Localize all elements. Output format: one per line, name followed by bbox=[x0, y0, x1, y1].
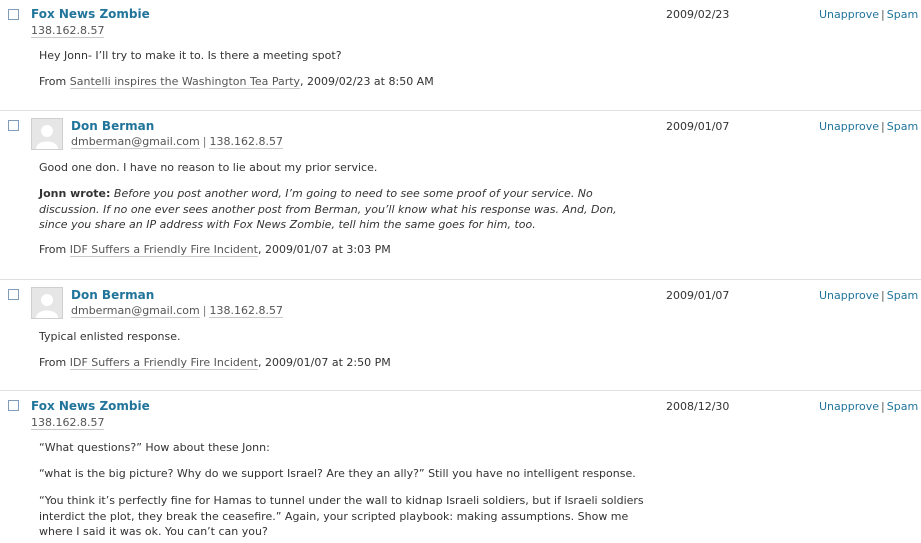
post-link[interactable]: Santelli inspires the Washington Tea Par… bbox=[69, 75, 301, 89]
email-link[interactable]: dmberman@gmail.com bbox=[71, 304, 200, 318]
comment-row: Fox News Zombie 138.162.8.57 2009/02/23 … bbox=[0, 0, 921, 111]
comment-meta: dmberman@gmail.com | 138.162.8.57 bbox=[71, 304, 283, 318]
unapprove-link[interactable]: Unapprove bbox=[819, 8, 879, 21]
spam-link[interactable]: Spam bbox=[887, 289, 918, 302]
comment-date: 2009/02/23 bbox=[666, 8, 730, 21]
comment-actions: Unapprove | Spam bbox=[819, 120, 918, 133]
ip-link[interactable]: 138.162.8.57 bbox=[31, 416, 105, 430]
comment-row: Don Berman dmberman@gmail.com | 138.162.8.… bbox=[0, 111, 921, 280]
action-separator: | bbox=[881, 400, 885, 413]
default-avatar-icon bbox=[32, 119, 62, 149]
from-label: From bbox=[39, 75, 67, 88]
post-link[interactable]: IDF Suffers a Friendly Fire Incident bbox=[69, 243, 258, 257]
comment-checkbox[interactable] bbox=[8, 9, 19, 20]
comment-text: Good one don. I have no reason to lie ab… bbox=[39, 161, 378, 174]
comment-author[interactable]: Don Berman bbox=[71, 288, 154, 302]
comment-text: “What questions?” How about these Jonn: bbox=[39, 441, 270, 454]
comment-timestamp: , 2009/02/23 at 8:50 AM bbox=[300, 75, 434, 88]
comment-source: From Santelli inspires the Washington Te… bbox=[39, 75, 434, 89]
comment-checkbox[interactable] bbox=[8, 289, 19, 300]
comment-author[interactable]: Fox News Zombie bbox=[31, 399, 150, 413]
comment-meta: 138.162.8.57 bbox=[31, 416, 105, 430]
comment-checkbox[interactable] bbox=[8, 400, 19, 411]
comment-source: From IDF Suffers a Friendly Fire Inciden… bbox=[39, 243, 391, 257]
ip-link[interactable]: 138.162.8.57 bbox=[31, 24, 105, 38]
comment-author[interactable]: Fox News Zombie bbox=[31, 7, 150, 21]
spam-link[interactable]: Spam bbox=[887, 400, 918, 413]
ip-link[interactable]: 138.162.8.57 bbox=[209, 304, 283, 318]
comment-checkbox[interactable] bbox=[8, 120, 19, 131]
unapprove-link[interactable]: Unapprove bbox=[819, 289, 879, 302]
comment-actions: Unapprove | Spam bbox=[819, 400, 918, 413]
unapprove-link[interactable]: Unapprove bbox=[819, 400, 879, 413]
quote-text: Before you post another word, I’m going … bbox=[39, 187, 617, 231]
comment-text: Hey Jonn- I’ll try to make it to. Is the… bbox=[39, 49, 342, 62]
action-separator: | bbox=[881, 120, 885, 133]
comment-row: Fox News Zombie 138.162.8.57 2008/12/30 … bbox=[0, 391, 921, 543]
from-label: From bbox=[39, 356, 67, 369]
comment-timestamp: , 2009/01/07 at 3:03 PM bbox=[257, 243, 391, 256]
comment-date: 2008/12/30 bbox=[666, 400, 730, 413]
comment-actions: Unapprove | Spam bbox=[819, 8, 918, 21]
email-link[interactable]: dmberman@gmail.com bbox=[71, 135, 200, 149]
spam-link[interactable]: Spam bbox=[887, 8, 918, 21]
ip-link[interactable]: 138.162.8.57 bbox=[209, 135, 283, 149]
quote-author: Jonn wrote: bbox=[39, 187, 111, 200]
post-link[interactable]: IDF Suffers a Friendly Fire Incident bbox=[69, 356, 258, 370]
meta-separator: | bbox=[202, 135, 207, 148]
comment-date: 2009/01/07 bbox=[666, 289, 730, 302]
comment-author[interactable]: Don Berman bbox=[71, 119, 154, 133]
action-separator: | bbox=[881, 8, 885, 21]
comment-text: “what is the big picture? Why do we supp… bbox=[39, 467, 636, 480]
comment-actions: Unapprove | Spam bbox=[819, 289, 918, 302]
meta-separator: | bbox=[202, 304, 207, 317]
default-avatar-icon bbox=[32, 288, 62, 318]
comment-meta: 138.162.8.57 bbox=[31, 24, 105, 38]
comment-text: Typical enlisted response. bbox=[39, 330, 181, 343]
comment-text: “You think it’s perfectly fine for Hamas… bbox=[39, 494, 644, 538]
comment-date: 2009/01/07 bbox=[666, 120, 730, 133]
comment-meta: dmberman@gmail.com | 138.162.8.57 bbox=[71, 135, 283, 149]
unapprove-link[interactable]: Unapprove bbox=[819, 120, 879, 133]
comment-row: Don Berman dmberman@gmail.com | 138.162.8.… bbox=[0, 280, 921, 391]
comment-source: From IDF Suffers a Friendly Fire Inciden… bbox=[39, 356, 391, 370]
from-label: From bbox=[39, 243, 67, 256]
avatar bbox=[31, 118, 63, 150]
quote-block: Jonn wrote: Before you post another word… bbox=[39, 186, 644, 233]
spam-link[interactable]: Spam bbox=[887, 120, 918, 133]
action-separator: | bbox=[881, 289, 885, 302]
comment-timestamp: , 2009/01/07 at 2:50 PM bbox=[257, 356, 391, 369]
avatar bbox=[31, 287, 63, 319]
